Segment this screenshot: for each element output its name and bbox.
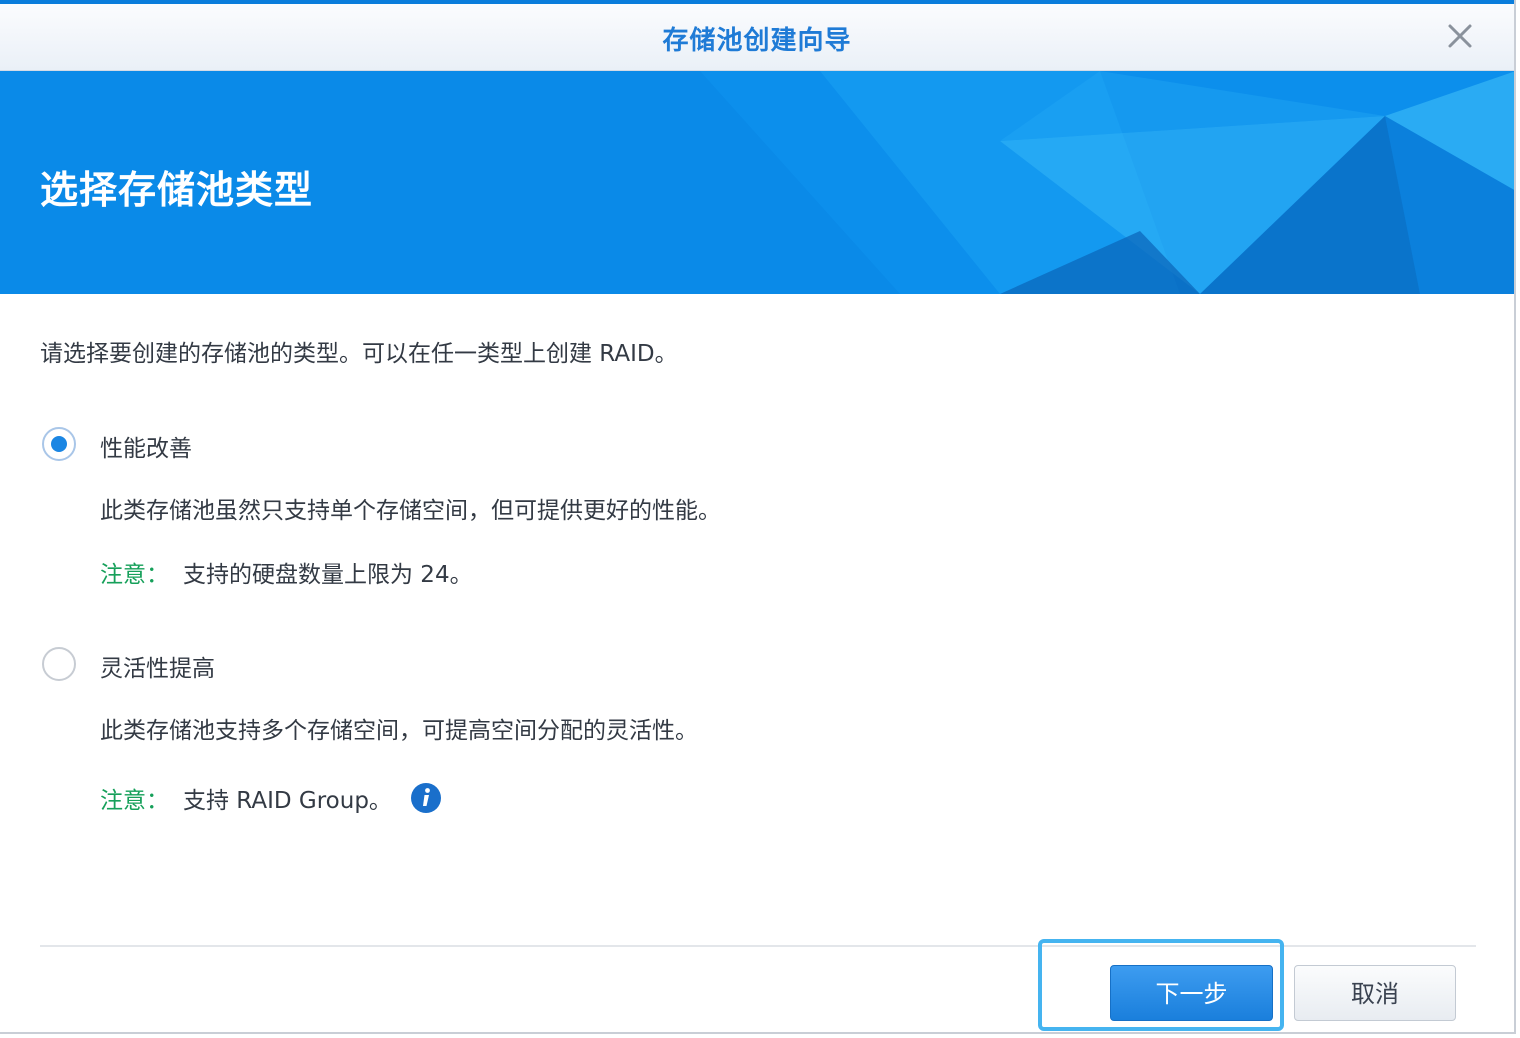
header-banner: 选择存储池类型 (0, 71, 1514, 294)
page-heading: 选择存储池类型 (40, 168, 314, 212)
note-text: 支持 RAID Group。 (183, 788, 392, 814)
note-label: 注意： (100, 788, 169, 814)
note-text: 支持的硬盘数量上限为 24。 (183, 562, 473, 588)
title-bar: 存储池创建向导 (0, 4, 1514, 71)
window-title: 存储池创建向导 (662, 26, 852, 56)
intro-text: 请选择要创建的存储池的类型。可以在任一类型上创建 RAID。 (40, 341, 678, 367)
close-icon[interactable] (1442, 18, 1478, 54)
next-button[interactable]: 下一步 (1110, 965, 1273, 1021)
info-icon[interactable] (410, 782, 442, 814)
cancel-button[interactable]: 取消 (1294, 965, 1456, 1021)
option-note: 注意： 支持的硬盘数量上限为 24。 (100, 555, 473, 589)
option-label[interactable]: 灵活性提高 (100, 649, 215, 683)
note-label: 注意： (100, 562, 169, 588)
option-description: 此类存储池虽然只支持单个存储空间，但可提供更好的性能。 (100, 498, 721, 524)
radio-flexibility[interactable] (42, 647, 76, 681)
wizard-dialog: 存储池创建向导 选择存储池类型 请选择要创建的存储池的类型。可以在任一类型上创建… (0, 0, 1516, 1034)
option-description: 此类存储池支持多个存储空间，可提高空间分配的灵活性。 (100, 718, 698, 744)
radio-performance[interactable] (42, 427, 76, 461)
option-note: 注意： 支持 RAID Group。 (100, 781, 442, 818)
option-label[interactable]: 性能改善 (100, 429, 192, 463)
